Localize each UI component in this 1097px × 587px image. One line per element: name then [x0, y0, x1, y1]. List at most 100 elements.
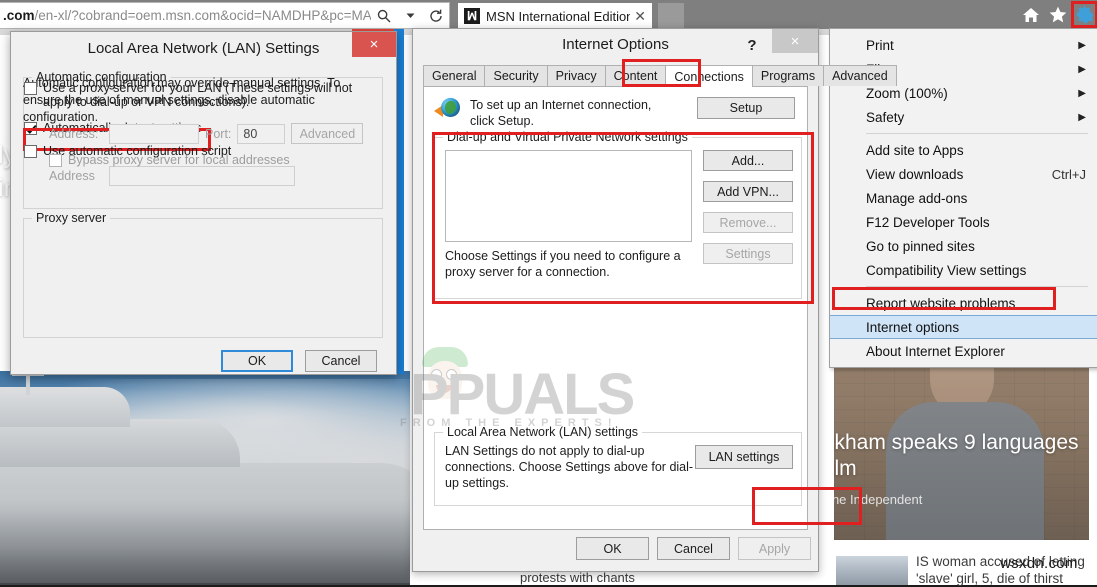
person-story-line-2: film	[834, 457, 857, 480]
bypass-proxy-label: Bypass proxy server for local addresses	[68, 153, 290, 167]
submenu-arrow-icon: ▶	[1078, 63, 1086, 75]
msn-bottom-story-headline[interactable]: protests with chants	[520, 570, 635, 585]
highlight-box-connections-tab	[622, 59, 701, 87]
cancel-button[interactable]: Cancel	[657, 537, 730, 560]
url-path-part: /en-xl/?cobrand=oem.msn.com&ocid=NAMDHP&…	[34, 8, 371, 23]
cancel-button[interactable]: Cancel	[305, 350, 377, 372]
menu-item-about-internet-explorer[interactable]: About Internet Explorer	[830, 339, 1097, 363]
connections-tab-panel: To set up an Internet connection, click …	[423, 86, 862, 530]
msn-side-story-thumbnail	[836, 556, 908, 585]
lan-settings-dialog: Local Area Network (LAN) Settings × Auto…	[10, 31, 397, 375]
address-bar[interactable]: .com/en-xl/?cobrand=oem.msn.com&ocid=NAM…	[0, 2, 450, 29]
menu-item-f12-developer-tools[interactable]: F12 Developer Tools	[830, 210, 1097, 234]
setup-description: To set up an Internet connection, click …	[470, 98, 652, 128]
bypass-proxy-checkbox-row: Bypass proxy server for local addresses	[49, 153, 290, 167]
msn-hero-person-story[interactable]: ckham speaks 9 languages film The Indepe…	[834, 340, 1089, 540]
lan-settings-group: Local Area Network (LAN) settings LAN Se…	[434, 425, 802, 506]
apply-button: Apply	[738, 537, 811, 560]
highlight-box-lan-settings-button	[752, 487, 862, 525]
use-proxy-server-label: Use a proxy server for your LAN (These s…	[43, 81, 353, 109]
menu-item-print[interactable]: Print ▶	[830, 33, 1097, 57]
menu-item-label: View downloads	[866, 166, 964, 182]
menu-item-compatibility-view-settings[interactable]: Compatibility View settings	[830, 258, 1097, 282]
search-icon[interactable]	[371, 4, 397, 27]
advanced-button: Advanced	[291, 123, 364, 144]
tab-title: MSN International Edition -...	[486, 8, 631, 24]
new-tab-button[interactable]	[658, 3, 684, 29]
hero-scrim	[0, 371, 410, 585]
lan-settings-body: Automatic configuration Automatic config…	[11, 65, 396, 374]
checkbox-icon[interactable]	[24, 82, 37, 95]
proxy-server-group: Proxy server	[23, 211, 383, 338]
internet-options-tabs: General Security Privacy Content Connect…	[423, 65, 897, 87]
internet-options-dialog: Internet Options ? × General Security Pr…	[412, 28, 897, 572]
menu-item-safety[interactable]: Safety ▶	[830, 105, 1097, 129]
ok-button[interactable]: OK	[576, 537, 649, 560]
checkbox-icon	[49, 154, 62, 167]
tab-msn-international-edition[interactable]: ꟽ MSN International Edition -... ✕	[458, 3, 652, 29]
menu-item-label: Print	[866, 37, 894, 53]
tab-privacy[interactable]: Privacy	[546, 65, 606, 86]
menu-item-label: Add site to Apps	[866, 142, 964, 158]
menu-item-label: About Internet Explorer	[866, 343, 1005, 359]
browser-command-icons	[1020, 1, 1097, 28]
submenu-arrow-icon: ▶	[1078, 39, 1086, 51]
menu-item-internet-options[interactable]: Internet options	[830, 315, 1097, 339]
refresh-icon[interactable]	[423, 4, 449, 27]
proxy-address-input[interactable]	[109, 123, 199, 144]
tab-security[interactable]: Security	[484, 65, 548, 86]
menu-item-label: Zoom (100%)	[866, 85, 948, 101]
checkbox-icon[interactable]	[24, 145, 37, 158]
menu-item-label: F12 Developer Tools	[866, 214, 990, 230]
internet-options-footer: OK Cancel Apply	[413, 537, 818, 561]
person-story-caption: ckham speaks 9 languages film	[834, 430, 1089, 482]
menu-item-view-downloads[interactable]: View downloads Ctrl+J	[830, 162, 1097, 186]
tab-programs[interactable]: Programs	[751, 65, 825, 86]
lan-settings-titlebar[interactable]: Local Area Network (LAN) Settings ×	[11, 32, 396, 65]
close-icon[interactable]: ×	[352, 32, 396, 57]
use-proxy-server-checkbox-row[interactable]: Use a proxy server for your LAN (These s…	[24, 81, 354, 109]
auto-config-address-label: Address	[49, 169, 95, 183]
tools-gear-icon[interactable]	[1071, 1, 1097, 28]
help-icon[interactable]: ?	[740, 33, 764, 57]
msn-favicon-icon: ꟽ	[464, 8, 480, 24]
tab-advanced[interactable]: Advanced	[823, 65, 897, 86]
proxy-address-row: Address: Port: 80 Advanced	[49, 123, 364, 144]
auto-config-address-row: Address	[49, 166, 295, 186]
favorites-star-icon[interactable]	[1047, 4, 1068, 25]
chevron-down-icon[interactable]	[397, 4, 423, 27]
url-text[interactable]: .com/en-xl/?cobrand=oem.msn.com&ocid=NAM…	[0, 8, 371, 23]
proxy-port-label: Port:	[205, 126, 232, 141]
tab-close-icon[interactable]: ✕	[634, 8, 646, 25]
menu-item-label: Compatibility View settings	[866, 262, 1027, 278]
menu-item-label: Manage add-ons	[866, 190, 968, 206]
ok-button[interactable]: OK	[221, 350, 293, 372]
proxy-port-input[interactable]: 80	[237, 123, 286, 144]
internet-options-titlebar[interactable]: Internet Options ? ×	[413, 29, 818, 60]
source-site-watermark: wsxdn.com	[1000, 555, 1078, 572]
tab-strip: ꟽ MSN International Edition -... ✕	[452, 0, 686, 29]
menu-item-label: Safety	[866, 109, 905, 125]
page-left-blue-strip	[396, 29, 404, 374]
close-icon[interactable]: ×	[772, 29, 818, 53]
setup-button[interactable]: Setup	[697, 97, 795, 119]
proxy-server-legend: Proxy server	[32, 211, 111, 225]
menu-item-shortcut: Ctrl+J	[1051, 166, 1086, 182]
menu-item-add-site-to-apps[interactable]: Add site to Apps	[830, 138, 1097, 162]
proxy-address-label: Address:	[49, 126, 99, 141]
menu-item-go-to-pinned-sites[interactable]: Go to pinned sites	[830, 234, 1097, 258]
submenu-arrow-icon: ▶	[1078, 111, 1086, 123]
tab-general[interactable]: General	[423, 65, 486, 86]
home-icon[interactable]	[1020, 4, 1041, 25]
menu-separator	[866, 133, 1088, 134]
menu-item-label: Go to pinned sites	[866, 238, 975, 254]
highlight-box-dialup-group	[432, 132, 814, 304]
menu-item-manage-add-ons[interactable]: Manage add-ons	[830, 186, 1097, 210]
person-story-line-1: ckham speaks 9 languages	[834, 431, 1079, 454]
globe-icon	[434, 97, 460, 121]
menu-item-label: Internet options	[866, 319, 960, 335]
lan-settings-button[interactable]: LAN settings	[695, 445, 793, 469]
msn-hero-yacht-story[interactable]	[0, 371, 410, 585]
auto-config-address-input[interactable]	[109, 166, 295, 186]
url-domain-part: .com	[3, 8, 35, 23]
